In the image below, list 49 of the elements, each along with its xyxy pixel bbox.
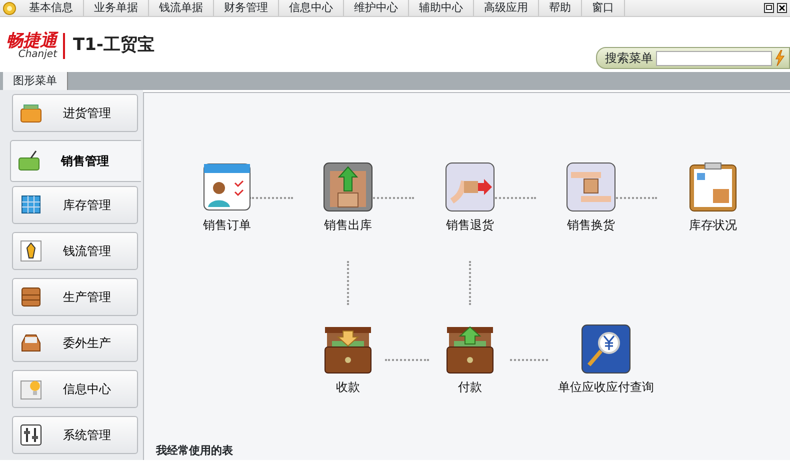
flow-node[interactable]: 销售出库 (288, 161, 408, 234)
sidebar-item[interactable]: 信息中心 (12, 370, 138, 408)
hand-box-icon (444, 161, 496, 213)
sidebar-item[interactable]: 销售管理 (10, 140, 141, 182)
menu-item[interactable]: 财务管理 (214, 0, 279, 16)
sliders-icon (19, 423, 43, 447)
flow-node[interactable]: 销售换货 (531, 161, 651, 234)
sidebar-item[interactable]: 库存管理 (12, 186, 138, 224)
basket-icon (17, 149, 41, 173)
magnifier-yen-icon (580, 323, 632, 375)
brand-latin: Chanjet (17, 50, 57, 60)
sidebar-item[interactable]: 进货管理 (12, 94, 138, 132)
cabinet-icon (19, 285, 43, 309)
sidebar-item[interactable]: 生产管理 (12, 278, 138, 316)
tab[interactable]: 图形菜单 (3, 72, 68, 90)
search-field[interactable] (656, 50, 772, 66)
clipboard-icon (687, 161, 739, 213)
menu-item[interactable]: 业务单据 (84, 0, 149, 16)
flow-node[interactable]: 付款 (410, 323, 530, 396)
search-label: 搜索菜单 (605, 50, 653, 67)
connector-line (385, 359, 429, 361)
sidebar-item[interactable]: 系统管理 (12, 416, 138, 454)
flow-node[interactable]: 收款 (288, 323, 408, 396)
product-name: T1-工贸宝 (63, 33, 154, 59)
menu-item[interactable]: 基本信息 (19, 0, 84, 16)
sidebar-item[interactable]: 委外生产 (12, 324, 138, 362)
contact-card-icon (201, 161, 253, 213)
close-icon[interactable] (777, 3, 787, 13)
hands-exchange-icon (565, 161, 617, 213)
flow-node[interactable]: 销售订单 (167, 161, 287, 234)
brand-name: 畅捷通 (6, 32, 57, 50)
menu-item[interactable]: 钱流单据 (149, 0, 214, 16)
flow-node[interactable]: 销售退货 (410, 161, 530, 234)
flow-node[interactable]: 单位应收应付查询 (546, 323, 666, 396)
menu-item[interactable]: 窗口 (582, 0, 625, 16)
section-heading: 我经常使用的表 (156, 442, 233, 458)
lightning-icon[interactable] (775, 50, 785, 66)
app-icon (0, 2, 19, 14)
menu-item[interactable]: 帮助 (539, 0, 582, 16)
connector-line (469, 261, 471, 305)
sidebar-item[interactable]: 钱流管理 (12, 232, 138, 270)
menu-item[interactable]: 高级应用 (474, 0, 539, 16)
menu-item[interactable]: 信息中心 (279, 0, 344, 16)
restore-icon[interactable] (764, 3, 774, 13)
menu-item[interactable]: 辅助中心 (409, 0, 474, 16)
connector-line (347, 261, 349, 305)
menu-item[interactable]: 维护中心 (344, 0, 409, 16)
connector-line (510, 359, 548, 361)
flow-node[interactable]: 库存状况 (653, 161, 773, 234)
